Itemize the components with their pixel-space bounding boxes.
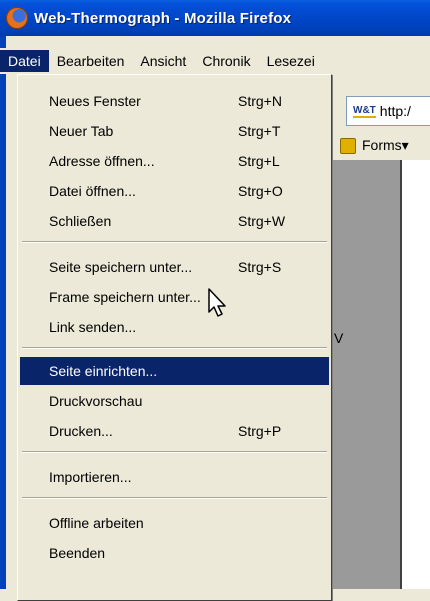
menu-datei[interactable]: Datei [0,50,49,72]
window-left-edge [0,36,6,589]
menu-bar: Datei Bearbeiten Ansicht Chronik Lesezei [0,48,430,74]
url-bar[interactable]: W&T http:/ [346,96,430,126]
menu-item-frame-speichern[interactable]: Frame speichern unter... [20,283,329,311]
menu-item-schliessen[interactable]: Schließen Strg+W [20,207,329,235]
menu-separator [22,241,327,243]
lock-icon [340,138,356,154]
menu-chronik[interactable]: Chronik [194,50,258,72]
url-text: http:/ [379,103,411,119]
menu-item-neues-fenster[interactable]: Neues Fenster Strg+N [20,87,329,115]
site-icon: W&T [353,104,376,118]
menu-item-seite-einrichten[interactable]: Seite einrichten... [20,357,329,385]
background-text: V [334,330,344,346]
menu-item-adresse-oeffnen[interactable]: Adresse öffnen... Strg+L [20,147,329,175]
firefox-icon [6,7,28,29]
menu-separator [22,497,327,499]
datei-dropdown-menu: Neues Fenster Strg+N Neuer Tab Strg+T Ad… [17,74,332,601]
menu-item-seite-speichern[interactable]: Seite speichern unter... Strg+S [20,253,329,281]
menu-bearbeiten[interactable]: Bearbeiten [49,50,133,72]
menu-separator [22,451,327,453]
mouse-pointer-icon [208,288,226,317]
forms-toolbar-button[interactable]: Forms▾ [340,132,409,158]
content-page [400,160,430,589]
menu-item-offline-arbeiten[interactable]: Offline arbeiten [20,509,329,537]
menu-item-drucken[interactable]: Drucken... Strg+P [20,417,329,445]
forms-label: Forms▾ [362,136,409,153]
menu-ansicht[interactable]: Ansicht [132,50,194,72]
menu-item-datei-oeffnen[interactable]: Datei öffnen... Strg+O [20,177,329,205]
menu-item-link-senden[interactable]: Link senden... [20,313,329,341]
menu-item-neuer-tab[interactable]: Neuer Tab Strg+T [20,117,329,145]
menu-item-beenden[interactable]: Beenden [20,539,329,567]
menu-lesezeichen[interactable]: Lesezei [259,50,323,72]
menu-item-druckvorschau[interactable]: Druckvorschau [20,387,329,415]
content-area [330,160,400,589]
window-title: Web-Thermograph - Mozilla Firefox [34,9,292,27]
menu-item-importieren[interactable]: Importieren... [20,463,329,491]
menu-separator [22,347,327,349]
title-bar: Web-Thermograph - Mozilla Firefox [0,0,430,36]
